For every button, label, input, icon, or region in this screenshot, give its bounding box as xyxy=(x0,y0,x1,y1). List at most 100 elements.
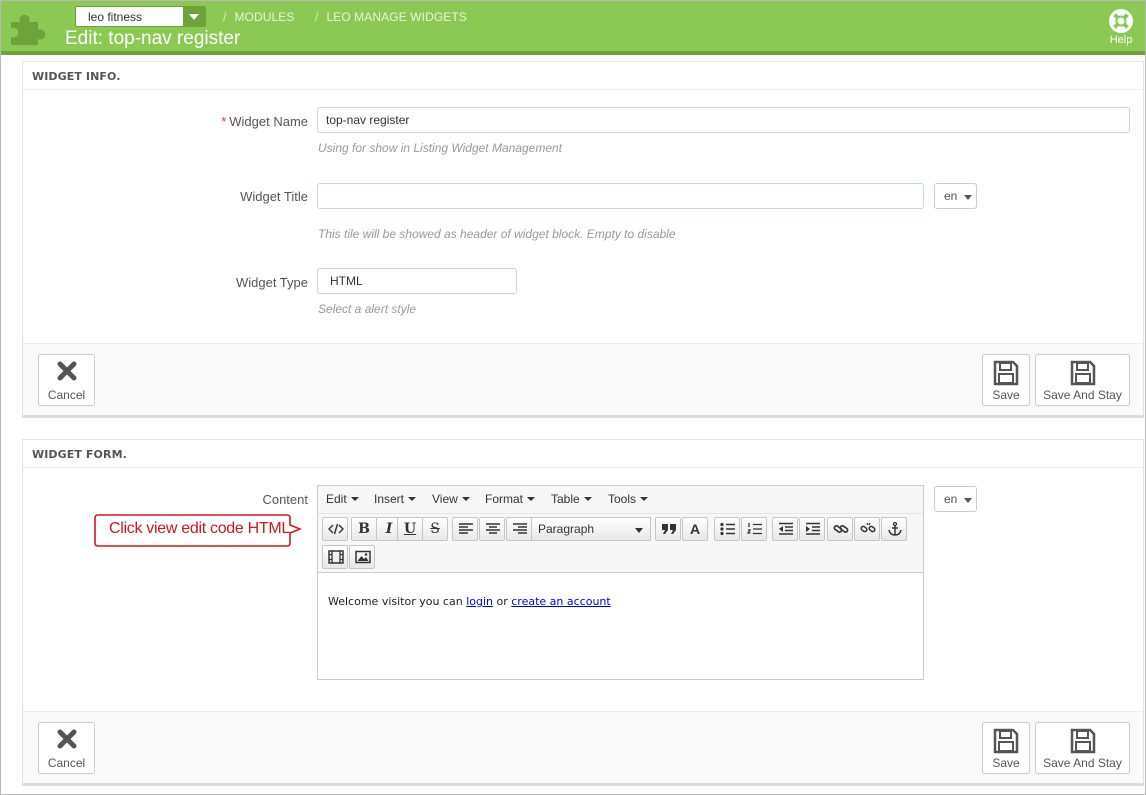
align-left-button[interactable] xyxy=(452,517,478,541)
menu-edit[interactable]: Edit xyxy=(326,492,359,506)
widget-title-label: Widget Title xyxy=(240,189,308,204)
lifebuoy-icon xyxy=(1109,9,1133,33)
text-color-button[interactable]: A xyxy=(682,517,708,541)
numbered-list-button[interactable] xyxy=(741,517,767,541)
bullet-list-icon xyxy=(720,522,735,536)
align-right-button[interactable] xyxy=(506,517,532,541)
callout-text: Click view edit code HTML xyxy=(109,520,291,537)
save-and-stay-label: Save And Stay xyxy=(1043,388,1122,402)
widget-info-footer: Cancel Save Save And Stay xyxy=(23,343,1143,415)
strikethrough-button[interactable]: S xyxy=(422,517,448,541)
menu-tools[interactable]: Tools xyxy=(608,492,648,506)
film-icon xyxy=(328,550,344,564)
cancel-label: Cancel xyxy=(47,388,86,402)
puzzle-logo-icon xyxy=(11,14,46,46)
menu-view[interactable]: View xyxy=(432,492,470,506)
save-label: Save xyxy=(992,388,1020,402)
chevron-down-icon xyxy=(183,7,205,26)
menu-format[interactable]: Format xyxy=(485,492,535,506)
cancel-button[interactable]: Cancel xyxy=(38,354,95,406)
align-left-icon xyxy=(459,523,473,534)
content-text-prefix: Welcome visitor you can xyxy=(328,595,467,608)
blockquote-icon xyxy=(662,524,676,534)
page-title: Edit: top-nav register xyxy=(65,28,241,49)
breadcrumb-leo-manage-widgets[interactable]: / LEO MANAGE WIDGETS xyxy=(315,10,467,24)
underline-icon: U xyxy=(403,521,417,537)
align-center-button[interactable] xyxy=(479,517,505,541)
insert-link-button[interactable] xyxy=(827,517,853,541)
align-center-icon xyxy=(486,523,500,534)
bold-button[interactable]: B xyxy=(351,517,377,541)
widget-name-label-text: Widget Name xyxy=(229,114,308,129)
align-right-icon xyxy=(513,523,527,534)
widget-info-heading-bar: WIDGET INFO. xyxy=(23,62,1143,90)
breadcrumb-widgets-label: LEO MANAGE WIDGETS xyxy=(326,10,467,24)
cancel-label: Cancel xyxy=(47,756,86,770)
text-color-icon: A xyxy=(689,521,701,537)
save-and-stay-button[interactable]: Save And Stay xyxy=(1035,354,1130,406)
widget-type-field[interactable]: HTML xyxy=(317,268,517,294)
required-marker: * xyxy=(221,114,227,129)
shop-selector-value: leo fitness xyxy=(88,10,143,24)
widget-form-footer: Cancel Save Save And Stay xyxy=(23,711,1143,783)
help-label: Help xyxy=(1109,34,1133,46)
save-button[interactable]: Save xyxy=(982,354,1030,406)
editor-content[interactable]: Welcome visitor you can login or create … xyxy=(328,595,611,608)
editor-menubar: Edit Insert View Format Table Tools xyxy=(318,486,923,514)
link-icon xyxy=(833,525,849,533)
editor-toolbar: B I U S Paragraph A xyxy=(318,514,923,573)
save-and-stay-button[interactable]: Save And Stay xyxy=(1035,722,1130,774)
outdent-button[interactable] xyxy=(772,517,798,541)
annotation-callout: Click view edit code HTML xyxy=(94,514,302,547)
top-header: leo fitness / MODULES / LEO MANAGE WIDGETS… xyxy=(1,1,1145,55)
anchor-button[interactable] xyxy=(881,517,907,541)
floppy-disk-icon xyxy=(993,360,1019,386)
widget-name-input[interactable]: top-nav register xyxy=(317,107,1130,133)
shop-selector[interactable]: leo fitness xyxy=(75,6,206,27)
breadcrumb-modules-label: MODULES xyxy=(234,10,295,24)
bold-icon: B xyxy=(358,521,370,537)
save-label: Save xyxy=(992,756,1020,770)
block-format-select[interactable]: Paragraph xyxy=(531,517,651,541)
create-account-link[interactable]: create an account xyxy=(511,595,610,608)
code-view-icon xyxy=(328,523,344,535)
widget-title-language-dropdown[interactable]: en xyxy=(934,183,977,209)
underline-button[interactable]: U xyxy=(397,517,423,541)
widget-form-heading: WIDGET FORM. xyxy=(32,448,127,461)
widget-type-hint: Select a alert style xyxy=(318,302,417,316)
widget-info-panel: WIDGET INFO. * Widget Name top-nav regist… xyxy=(22,61,1144,418)
blockquote-button[interactable] xyxy=(655,517,681,541)
help-button[interactable]: Help xyxy=(1103,7,1139,49)
outdent-icon xyxy=(779,522,793,535)
insert-video-button[interactable] xyxy=(322,545,348,569)
widget-name-hint: Using for show in Listing Widget Managem… xyxy=(318,141,563,155)
unlink-icon xyxy=(860,522,876,533)
insert-image-button[interactable] xyxy=(349,545,375,569)
save-button[interactable]: Save xyxy=(982,722,1030,774)
strikethrough-icon: S xyxy=(430,521,440,537)
breadcrumb-modules[interactable]: / MODULES xyxy=(223,10,294,24)
cancel-button[interactable]: Cancel xyxy=(38,722,95,774)
widget-name-label: * Widget Name xyxy=(23,114,308,129)
source-code-button[interactable] xyxy=(322,517,348,541)
save-and-stay-label: Save And Stay xyxy=(1043,756,1122,770)
anchor-icon xyxy=(888,522,902,536)
close-icon xyxy=(57,361,77,381)
login-link[interactable]: login xyxy=(466,595,493,608)
remove-link-button[interactable] xyxy=(854,517,880,541)
widget-title-hint: This tile will be showed as header of wi… xyxy=(318,227,676,241)
widget-info-heading: WIDGET INFO. xyxy=(32,70,121,83)
widget-form-heading-bar: WIDGET FORM. xyxy=(23,440,1143,468)
italic-icon: I xyxy=(385,521,393,537)
bullet-list-button[interactable] xyxy=(714,517,740,541)
menu-table[interactable]: Table xyxy=(551,492,592,506)
content-language-dropdown[interactable]: en xyxy=(934,486,977,512)
close-icon xyxy=(57,729,77,749)
indent-button[interactable] xyxy=(799,517,825,541)
content-label: Content xyxy=(262,492,308,507)
widget-title-input[interactable] xyxy=(317,183,924,209)
floppy-disk-icon xyxy=(1070,728,1096,754)
image-icon xyxy=(355,550,371,564)
menu-insert[interactable]: Insert xyxy=(374,492,416,506)
rich-text-editor[interactable]: Edit Insert View Format Table Tools B I … xyxy=(317,485,924,680)
